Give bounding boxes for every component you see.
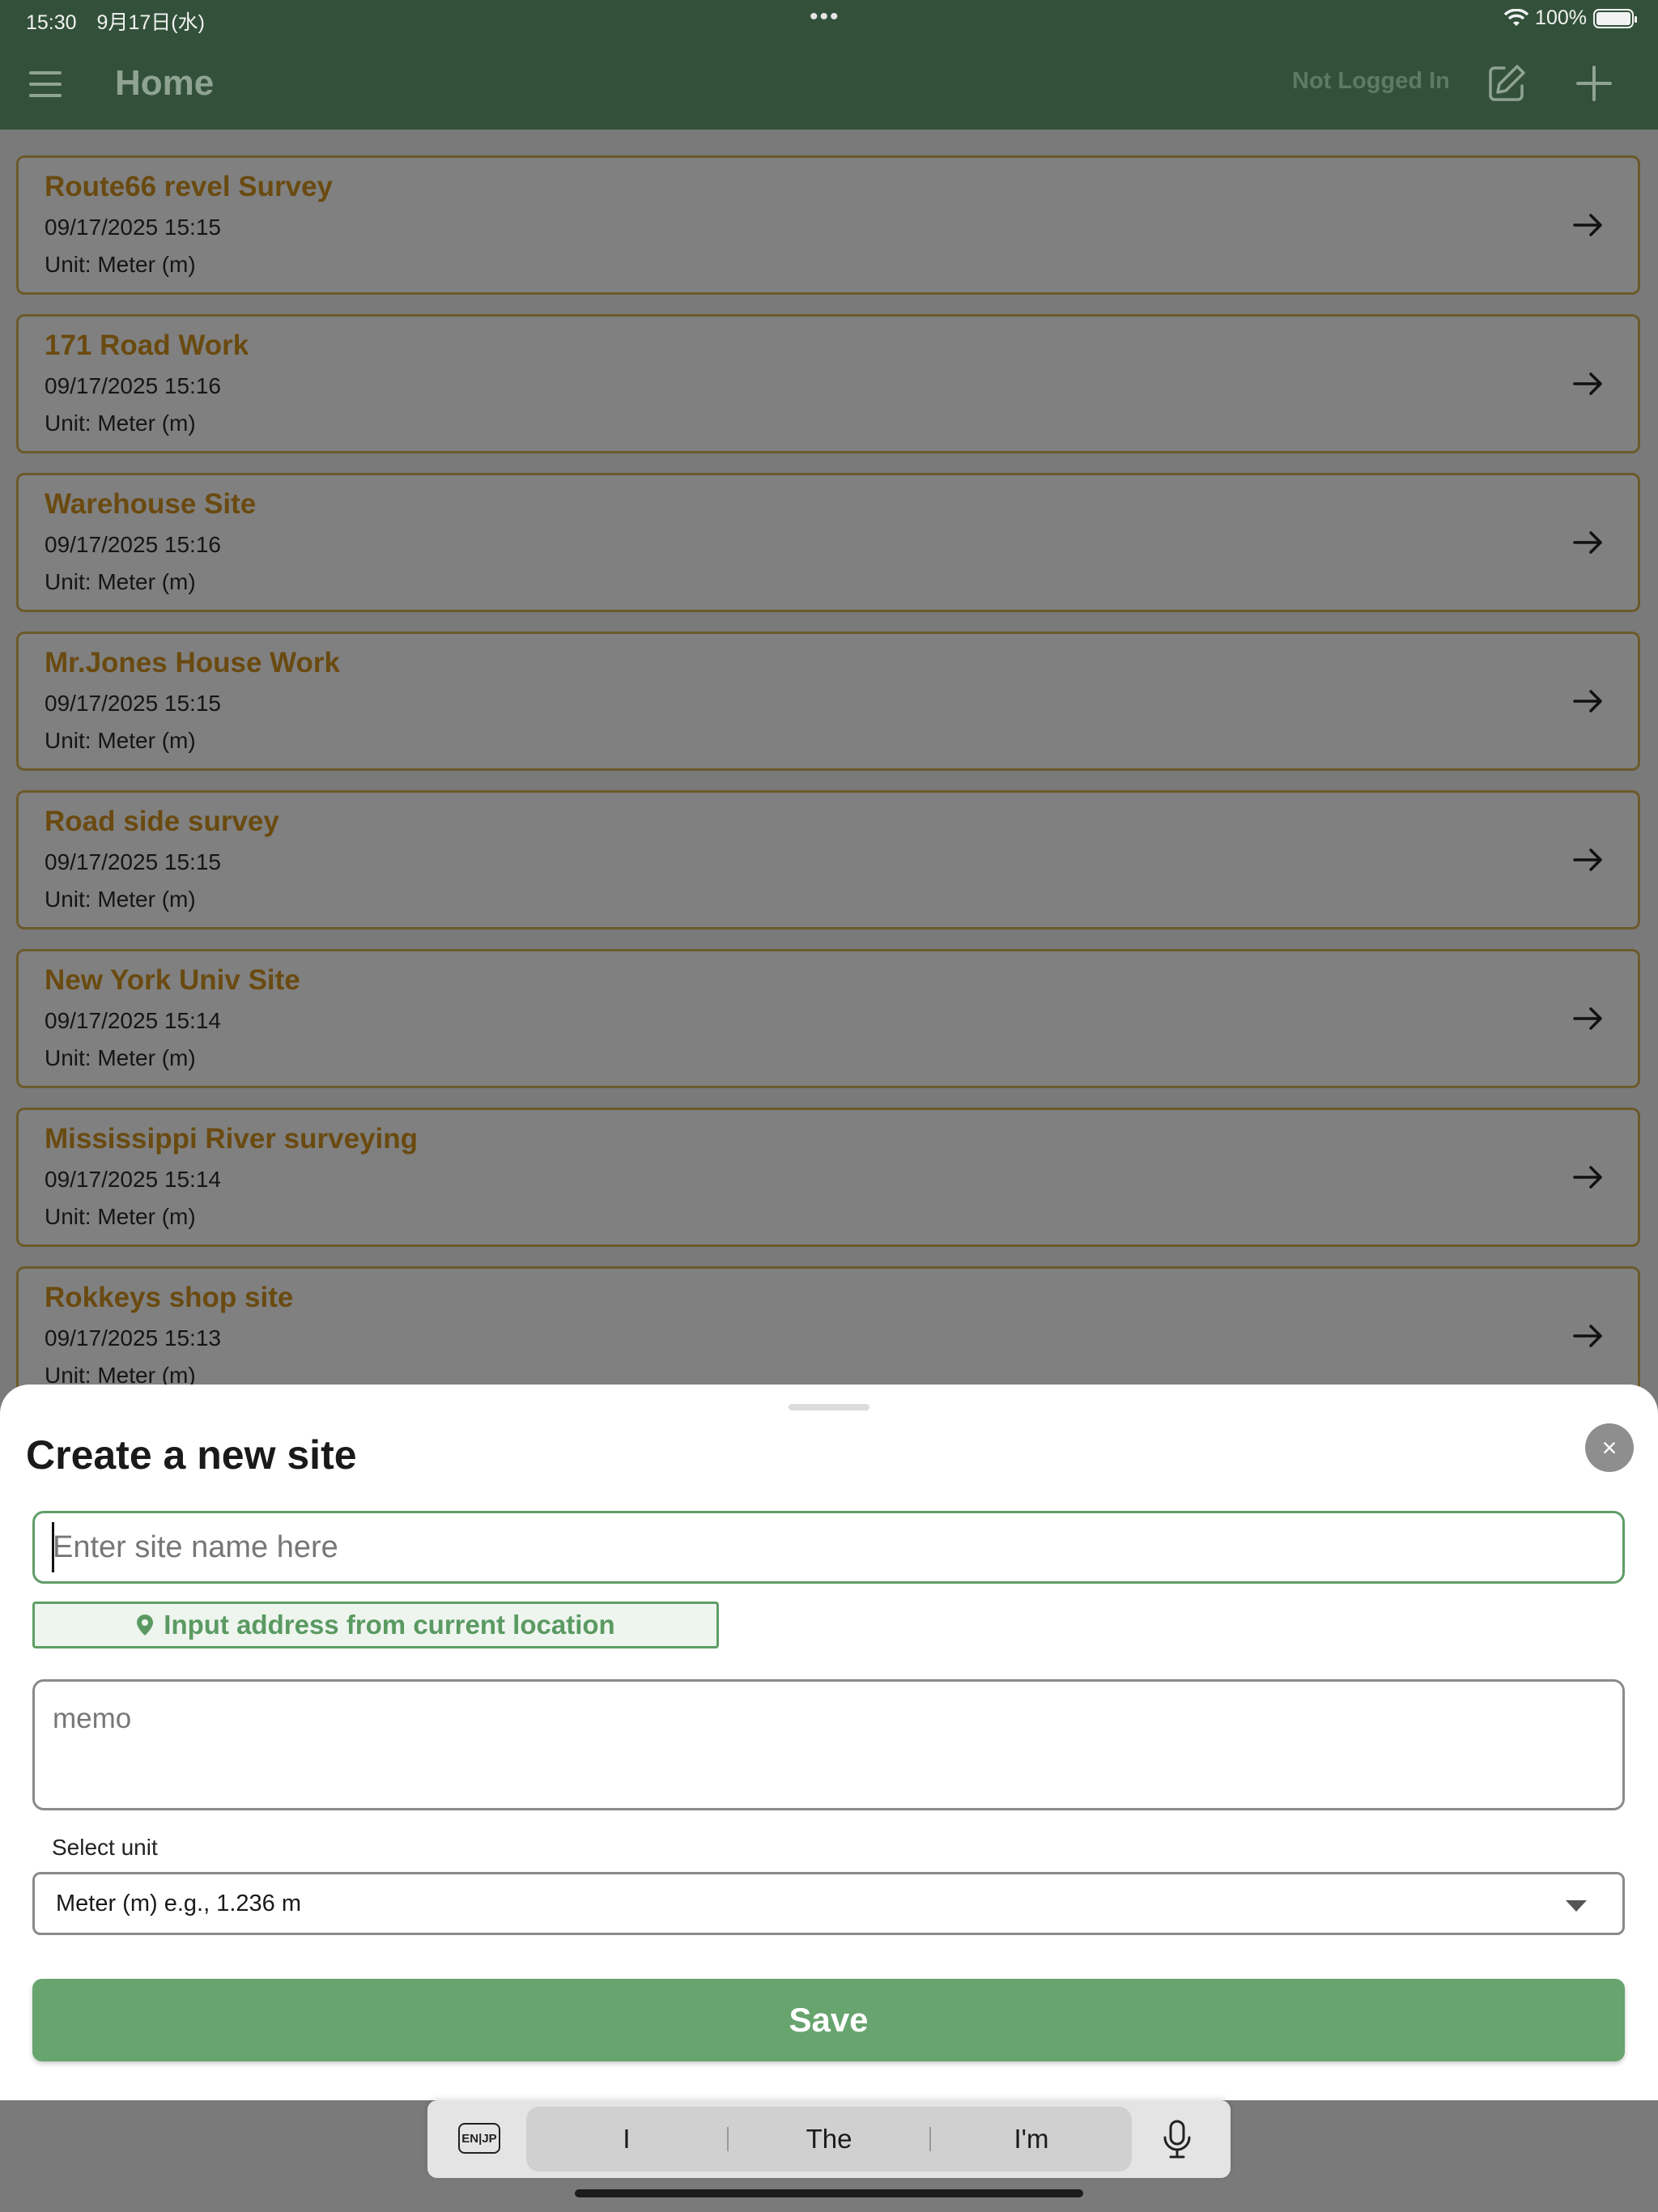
home-indicator[interactable] — [575, 2189, 1083, 2197]
site-card[interactable]: Mississippi River surveying 09/17/2025 1… — [16, 1108, 1640, 1247]
site-name: Road side survey — [45, 806, 279, 837]
site-unit: Unit: Meter (m) — [45, 410, 196, 436]
suggestion-item[interactable]: I — [526, 2124, 727, 2155]
status-indicators: 100% — [1504, 6, 1637, 30]
suggestion-item[interactable]: I'm — [931, 2124, 1132, 2155]
site-name: New York Univ Site — [45, 964, 300, 996]
site-unit: Unit: Meter (m) — [45, 1204, 196, 1229]
status-time: 15:30 9月17日(水) — [26, 11, 205, 34]
site-unit: Unit: Meter (m) — [45, 887, 196, 912]
site-name: Warehouse Site — [45, 488, 257, 520]
site-date: 09/17/2025 15:13 — [45, 1325, 221, 1351]
unit-select[interactable]: Meter (m) e.g., 1.236 m — [32, 1872, 1625, 1935]
site-name: Rokkeys shop site — [45, 1282, 294, 1313]
caret-down-icon — [1566, 1900, 1587, 1912]
site-unit: Unit: Meter (m) — [45, 252, 196, 277]
site-name: 171 Road Work — [45, 330, 249, 361]
site-date: 09/17/2025 15:15 — [45, 215, 221, 240]
sheet-title: Create a new site — [26, 1432, 357, 1478]
site-date: 09/17/2025 15:14 — [45, 1167, 221, 1192]
site-card[interactable]: Mr.Jones House Work 09/17/2025 15:15 Uni… — [16, 632, 1640, 771]
multitasking-dots[interactable]: ••• — [810, 3, 840, 31]
site-card[interactable]: New York Univ Site 09/17/2025 15:14 Unit… — [16, 949, 1640, 1088]
site-unit: Unit: Meter (m) — [45, 1045, 196, 1070]
edit-icon[interactable] — [1486, 63, 1527, 104]
create-site-sheet: Create a new site × Input address from c… — [0, 1385, 1658, 2100]
arrow-right-icon[interactable] — [1571, 684, 1605, 718]
unit-label: Select unit — [52, 1835, 158, 1860]
site-list: Route66 revel Survey 09/17/2025 15:15 Un… — [16, 155, 1640, 1425]
arrow-right-icon[interactable] — [1571, 208, 1605, 242]
site-card[interactable]: 171 Road Work 09/17/2025 15:16 Unit: Met… — [16, 314, 1640, 453]
site-date: 09/17/2025 15:15 — [45, 849, 221, 874]
close-button[interactable]: × — [1585, 1423, 1634, 1472]
site-unit: Unit: Meter (m) — [45, 728, 196, 753]
arrow-right-icon[interactable] — [1571, 1319, 1605, 1353]
memo-field[interactable] — [32, 1679, 1625, 1810]
arrow-right-icon[interactable] — [1571, 1002, 1605, 1036]
suggestion-item[interactable]: The — [729, 2124, 929, 2155]
add-icon[interactable] — [1574, 63, 1614, 104]
wifi-icon — [1504, 8, 1529, 26]
text-cursor — [52, 1522, 54, 1572]
language-switch-key[interactable]: EN|JP — [458, 2123, 500, 2154]
save-button[interactable]: Save — [32, 1979, 1625, 2061]
site-name: Mr.Jones House Work — [45, 647, 341, 678]
site-date: 09/17/2025 15:16 — [45, 532, 221, 557]
microphone-icon[interactable] — [1159, 2118, 1195, 2160]
page-title: Home — [115, 63, 215, 103]
current-location-button[interactable]: Input address from current location — [32, 1602, 719, 1648]
arrow-right-icon[interactable] — [1571, 367, 1605, 401]
current-location-label: Input address from current location — [164, 1610, 615, 1640]
arrow-right-icon[interactable] — [1571, 843, 1605, 877]
arrow-right-icon[interactable] — [1571, 525, 1605, 559]
battery-percent: 100% — [1535, 6, 1587, 29]
predictive-suggestions: I The I'm — [526, 2107, 1132, 2172]
keyboard-assistant-bar: EN|JP I The I'm — [427, 2100, 1231, 2178]
arrow-right-icon[interactable] — [1571, 1160, 1605, 1194]
site-name: Mississippi River surveying — [45, 1123, 419, 1155]
site-card[interactable]: Road side survey 09/17/2025 15:15 Unit: … — [16, 790, 1640, 929]
site-date: 09/17/2025 15:14 — [45, 1008, 221, 1033]
location-pin-icon — [137, 1614, 154, 1636]
site-card[interactable]: Warehouse Site 09/17/2025 15:16 Unit: Me… — [16, 473, 1640, 612]
site-name: Route66 revel Survey — [45, 171, 334, 202]
sheet-grabber[interactable] — [789, 1404, 869, 1410]
top-bar: 15:30 9月17日(水) ••• 100% Home Not Logged … — [0, 0, 1658, 130]
site-date: 09/17/2025 15:15 — [45, 691, 221, 716]
login-status: Not Logged In — [1292, 68, 1450, 94]
site-date: 09/17/2025 15:16 — [45, 373, 221, 398]
close-icon: × — [1601, 1432, 1618, 1462]
site-unit: Unit: Meter (m) — [45, 569, 196, 594]
unit-select-value: Meter (m) e.g., 1.236 m — [56, 1890, 301, 1916]
hamburger-menu-icon[interactable] — [29, 71, 62, 97]
battery-icon — [1593, 8, 1637, 28]
site-name-input[interactable] — [32, 1511, 1625, 1584]
site-card[interactable]: Route66 revel Survey 09/17/2025 15:15 Un… — [16, 155, 1640, 295]
